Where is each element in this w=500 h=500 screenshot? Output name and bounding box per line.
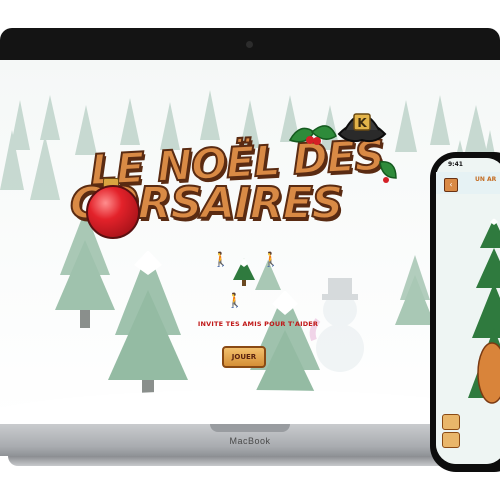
- arrow-left-icon[interactable]: ‹: [444, 178, 458, 192]
- holly-leaves-icon: [288, 125, 337, 145]
- small-pine-tree: [233, 258, 255, 286]
- phone-menu-button[interactable]: [442, 414, 460, 430]
- player-figure-icon: 🚶: [262, 252, 280, 268]
- holly-leaves-icon: [379, 161, 397, 183]
- invite-friends-text: INVITE TES AMIS POUR T'AIDER: [197, 320, 319, 328]
- phone-chat-button[interactable]: [442, 432, 460, 448]
- play-button[interactable]: JOUER: [222, 346, 266, 368]
- phone-header-title: UN AR: [475, 176, 497, 183]
- macbook-label: MacBook: [229, 436, 271, 446]
- laptop-hinge-notch: [210, 424, 290, 432]
- hat-letter: K: [357, 116, 367, 130]
- pirate-hat-icon: K: [337, 113, 387, 143]
- laptop-foot: [8, 456, 492, 466]
- phone-status-time: 9:41: [448, 161, 463, 168]
- player-figure-icon: 🚶: [212, 252, 230, 268]
- snowy-forest-background: [0, 60, 500, 424]
- game-screen: [0, 60, 500, 424]
- camera-icon: [246, 41, 253, 48]
- player-figure-icon: 🚶: [226, 293, 244, 309]
- christmas-bauble-icon: [86, 185, 140, 239]
